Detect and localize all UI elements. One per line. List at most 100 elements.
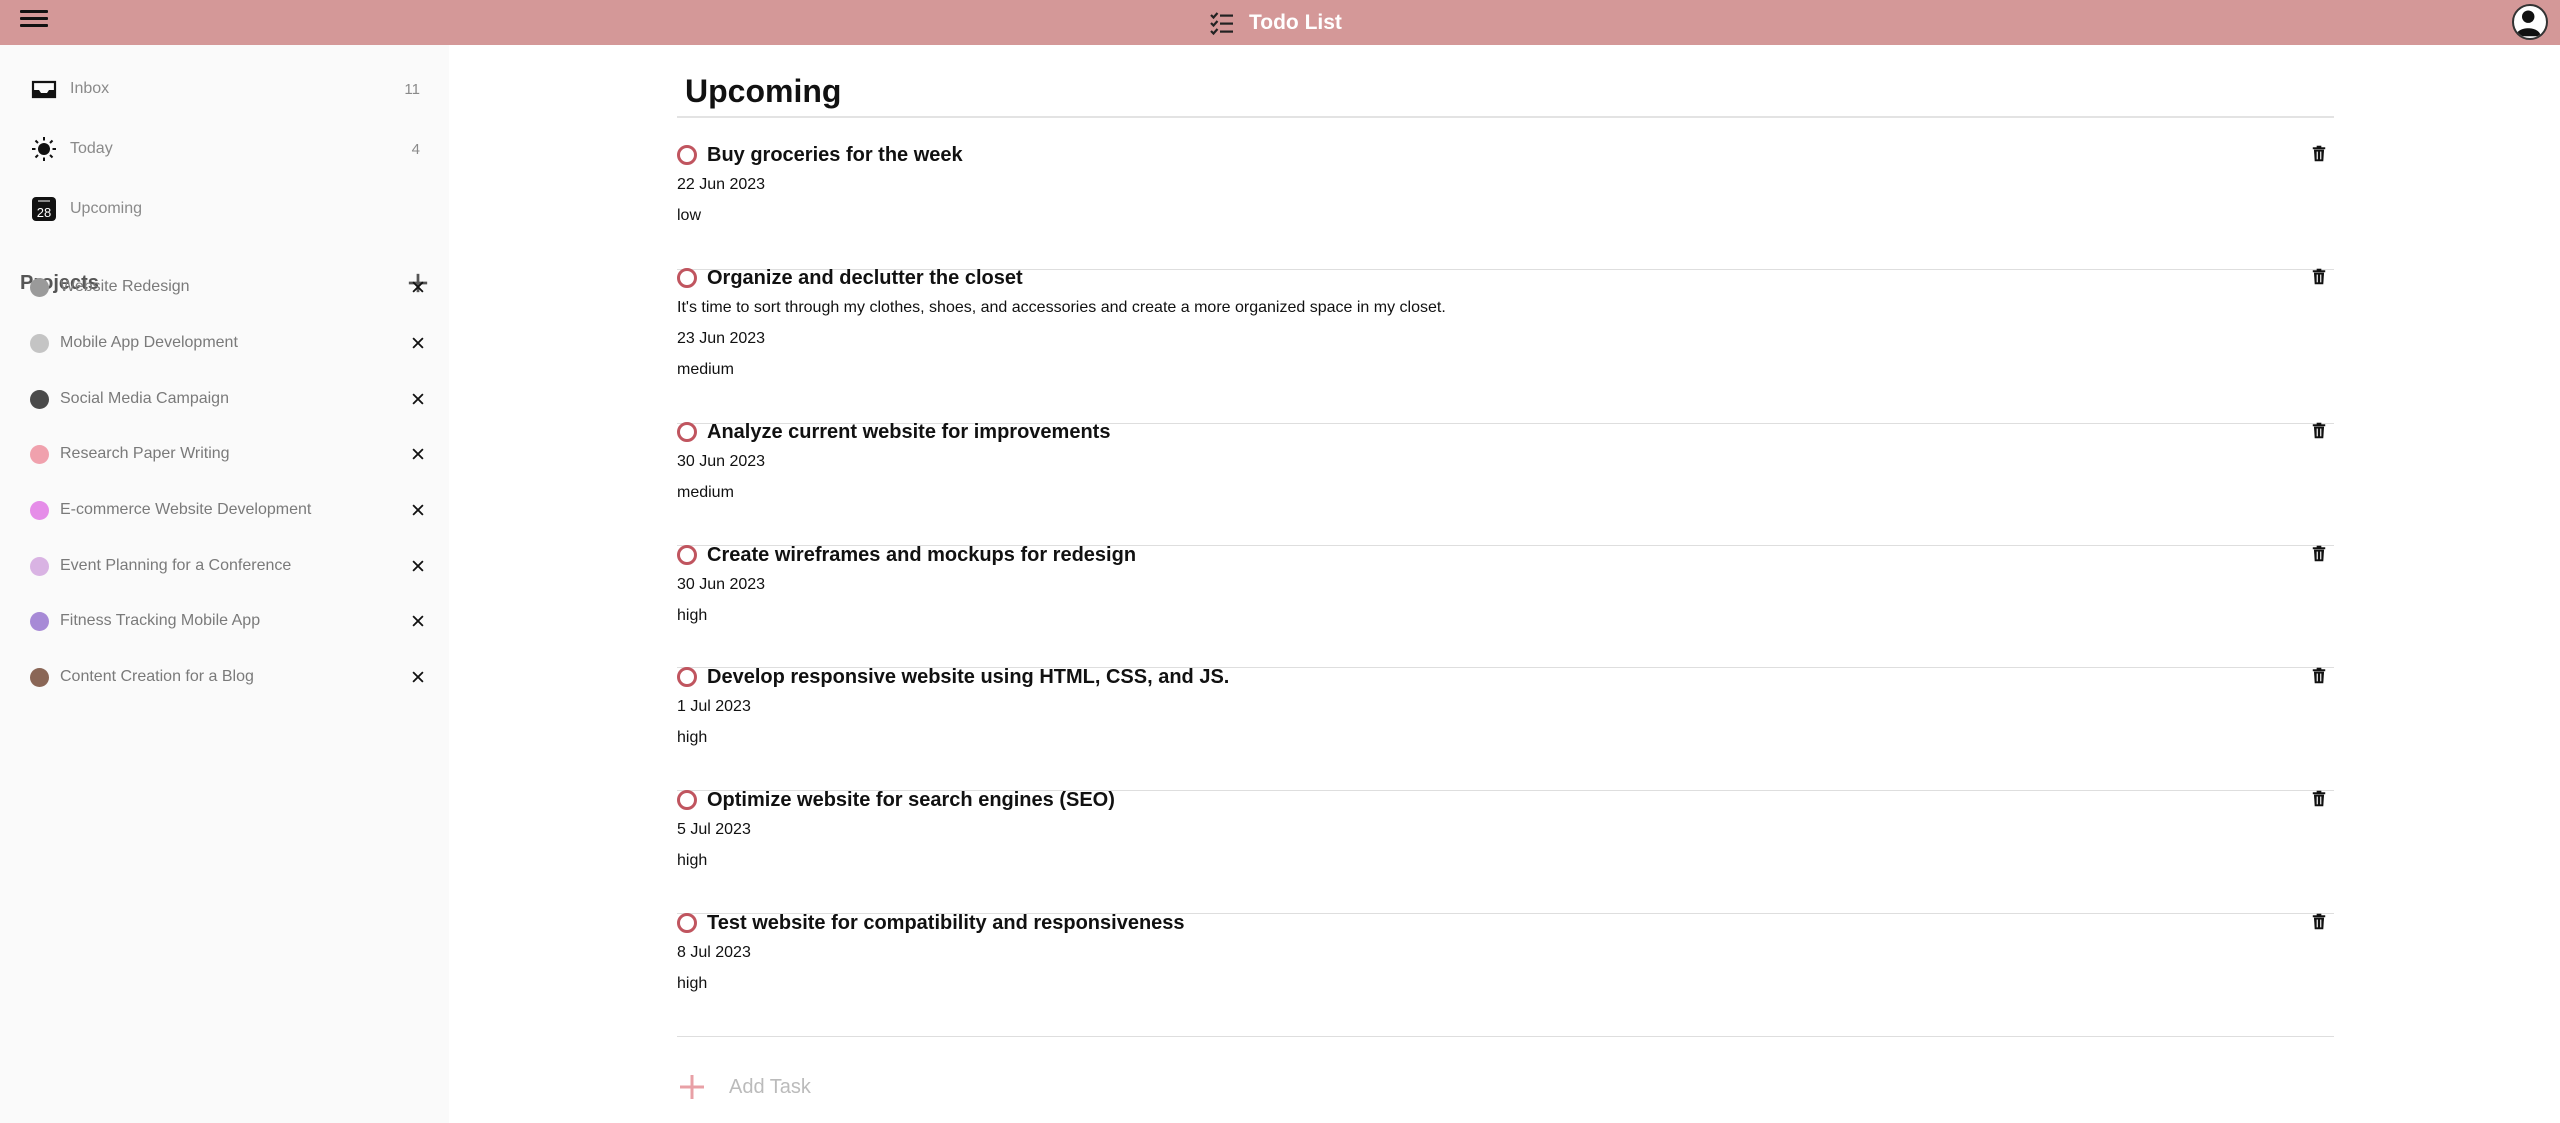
project-color-dot	[30, 500, 49, 520]
project-item[interactable]: Fitness Tracking Mobile App	[30, 604, 428, 638]
task-title[interactable]: Create wireframes and mockups for redesi…	[707, 544, 2312, 567]
task-due-date: 1 Jul 2023	[677, 698, 751, 715]
sun-icon	[30, 135, 58, 163]
task-header: Create wireframes and mockups for redesi…	[677, 540, 2334, 570]
project-label: Website Redesign	[60, 278, 190, 295]
task-complete-checkbox[interactable]	[677, 790, 697, 810]
close-icon[interactable]	[408, 500, 428, 520]
calendar-day: 28	[37, 205, 51, 220]
project-color-dot	[30, 444, 49, 464]
task-due-date: 30 Jun 2023	[677, 453, 766, 470]
add-task-label: Add Task	[729, 1075, 811, 1098]
project-item[interactable]: Social Media Campaign	[30, 382, 428, 416]
close-icon[interactable]	[408, 333, 428, 353]
sidebar-item-label: Upcoming	[70, 200, 143, 217]
sidebar: Inbox 11 Today 4 28 Upcoming Projects We…	[0, 45, 449, 1123]
task-complete-checkbox[interactable]	[677, 422, 697, 442]
trash-icon[interactable]	[2312, 268, 2330, 288]
task-priority: medium	[677, 484, 734, 501]
project-label: Research Paper Writing	[60, 445, 230, 462]
task-header: Buy groceries for the week	[677, 140, 2334, 170]
task-due-date: 5 Jul 2023	[677, 821, 751, 838]
top-bar: Todo List	[0, 0, 2560, 45]
task-complete-checkbox[interactable]	[677, 145, 697, 165]
inbox-icon	[30, 75, 58, 103]
project-item[interactable]: E-commerce Website Development	[30, 493, 428, 527]
project-item[interactable]: Website Redesign	[30, 270, 428, 304]
task-title[interactable]: Organize and declutter the closet	[707, 267, 2312, 290]
user-avatar-icon[interactable]	[2512, 4, 2548, 40]
task-title[interactable]: Test website for compatibility and respo…	[707, 912, 2312, 935]
close-icon[interactable]	[408, 611, 428, 631]
project-label: Social Media Campaign	[60, 390, 229, 407]
task-item: Buy groceries for the week 22 Jun 2023 low	[677, 140, 2334, 270]
trash-icon[interactable]	[2312, 422, 2330, 442]
plus-icon	[680, 1075, 704, 1099]
calendar-icon: 28	[30, 195, 58, 223]
task-complete-checkbox[interactable]	[677, 545, 697, 565]
trash-icon[interactable]	[2312, 145, 2330, 165]
task-item: Analyze current website for improvements…	[677, 417, 2334, 546]
project-color-dot	[30, 333, 49, 353]
add-task-button[interactable]: Add Task	[679, 1067, 811, 1107]
trash-icon[interactable]	[2312, 913, 2330, 933]
task-priority: high	[677, 852, 708, 869]
task-item: Organize and declutter the closet It's ti…	[677, 263, 2334, 424]
today-count: 4	[411, 140, 420, 158]
project-color-dot	[30, 389, 49, 409]
project-label: Event Planning for a Conference	[60, 557, 292, 574]
task-item: Optimize website for search engines (SEO…	[677, 785, 2334, 914]
sidebar-item-today[interactable]: Today 4	[30, 129, 420, 169]
task-title[interactable]: Analyze current website for improvements	[707, 421, 2312, 444]
task-item: Develop responsive website using HTML, C…	[677, 662, 2334, 791]
task-title[interactable]: Optimize website for search engines (SEO…	[707, 789, 2312, 812]
task-priority: high	[677, 607, 708, 624]
task-item: Create wireframes and mockups for redesi…	[677, 540, 2334, 668]
task-header: Analyze current website for improvements	[677, 417, 2334, 447]
sidebar-item-upcoming[interactable]: 28 Upcoming	[30, 189, 420, 229]
task-due-date: 30 Jun 2023	[677, 576, 766, 593]
close-icon[interactable]	[408, 444, 428, 464]
task-description: It's time to sort through my clothes, sh…	[677, 299, 1446, 316]
task-complete-checkbox[interactable]	[677, 913, 697, 933]
task-priority: medium	[677, 361, 734, 378]
task-title[interactable]: Develop responsive website using HTML, C…	[707, 666, 2312, 689]
title-divider	[677, 116, 2334, 118]
project-item[interactable]: Research Paper Writing	[30, 437, 428, 471]
task-header: Optimize website for search engines (SEO…	[677, 785, 2334, 815]
project-color-dot	[30, 277, 49, 297]
close-icon[interactable]	[408, 667, 428, 687]
task-priority: high	[677, 975, 708, 992]
task-due-date: 23 Jun 2023	[677, 330, 766, 347]
project-item[interactable]: Content Creation for a Blog	[30, 660, 428, 694]
project-color-dot	[30, 667, 49, 687]
page-title: Upcoming	[685, 73, 842, 109]
task-complete-checkbox[interactable]	[677, 268, 697, 288]
task-priority: high	[677, 729, 708, 746]
sidebar-item-inbox[interactable]: Inbox 11	[30, 69, 420, 109]
close-icon[interactable]	[408, 277, 428, 297]
task-due-date: 8 Jul 2023	[677, 944, 751, 961]
sidebar-item-label: Inbox	[70, 80, 110, 97]
trash-icon[interactable]	[2312, 545, 2330, 565]
project-label: Content Creation for a Blog	[60, 668, 254, 685]
trash-icon[interactable]	[2312, 790, 2330, 810]
inbox-count: 11	[404, 80, 420, 98]
project-color-dot	[30, 611, 49, 631]
app-title: Todo List	[1249, 10, 1342, 34]
task-header: Develop responsive website using HTML, C…	[677, 662, 2334, 692]
app-brand: Todo List	[1209, 0, 1342, 45]
project-label: E-commerce Website Development	[60, 501, 312, 518]
task-item: Test website for compatibility and respo…	[677, 908, 2334, 1037]
checklist-icon	[1210, 11, 1233, 35]
trash-icon[interactable]	[2312, 667, 2330, 687]
task-complete-checkbox[interactable]	[677, 667, 697, 687]
project-item[interactable]: Mobile App Development	[30, 326, 428, 360]
sidebar-item-label: Today	[70, 140, 113, 157]
project-item[interactable]: Event Planning for a Conference	[30, 549, 428, 583]
task-priority: low	[677, 207, 702, 224]
close-icon[interactable]	[408, 389, 428, 409]
close-icon[interactable]	[408, 556, 428, 576]
task-title[interactable]: Buy groceries for the week	[707, 144, 2312, 167]
hamburger-menu-icon[interactable]	[20, 8, 50, 36]
